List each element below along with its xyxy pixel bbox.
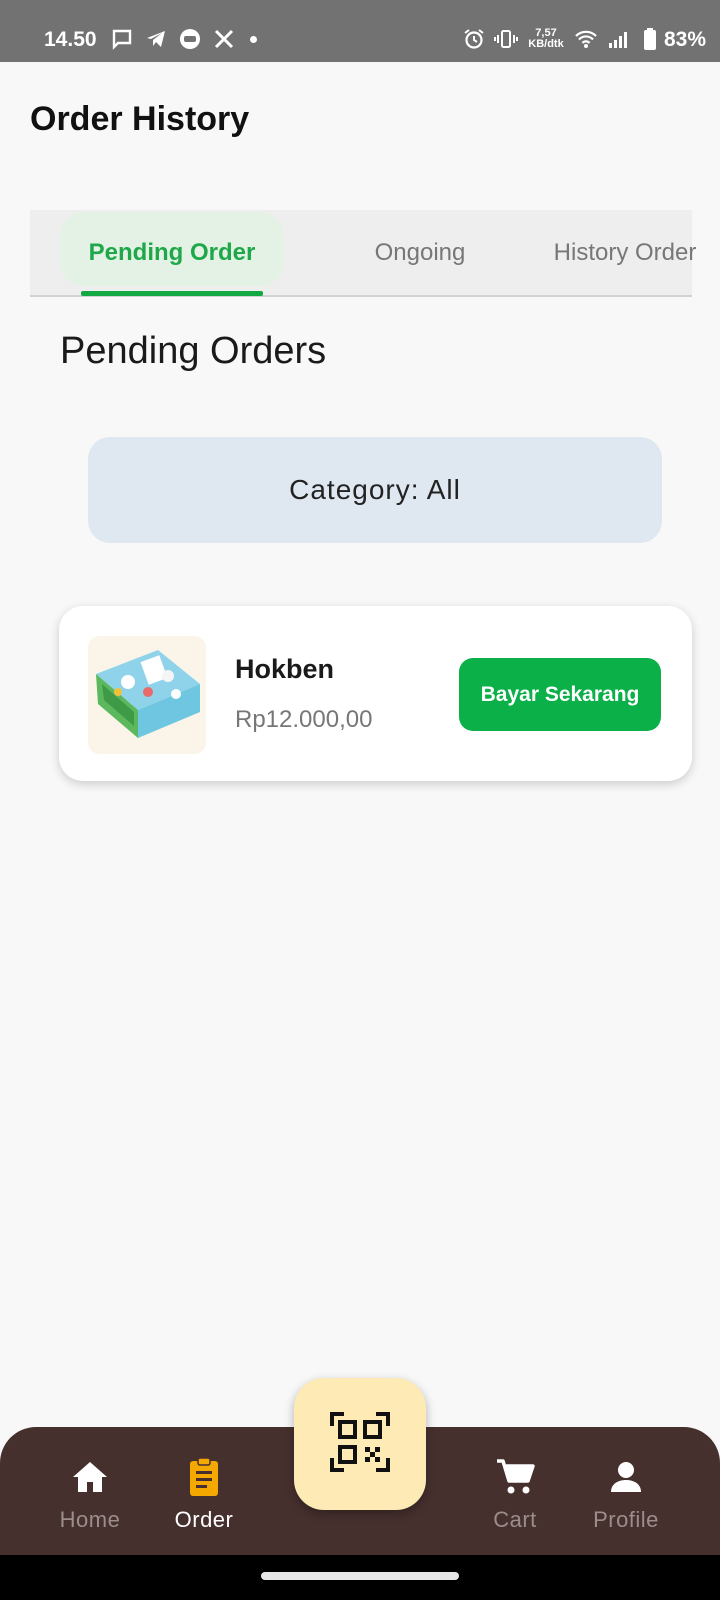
- nav-item-cart[interactable]: Cart: [460, 1427, 570, 1555]
- tab-active-indicator: [81, 291, 263, 296]
- telegram-icon: [144, 27, 168, 51]
- status-time: 14.50: [44, 28, 97, 51]
- order-item-price: Rp12.000,00: [235, 706, 373, 733]
- home-icon: [70, 1457, 110, 1497]
- tab-history-order[interactable]: History Order: [525, 210, 720, 295]
- order-card[interactable]: Hokben Rp12.000,00 Bayar Sekarang: [59, 606, 692, 781]
- tab-label: Ongoing: [374, 238, 466, 266]
- network-speed: 7,57 KB/dtk: [526, 28, 566, 50]
- tab-label: History Order: [553, 238, 697, 266]
- cart-icon: [495, 1457, 535, 1497]
- home-gesture-handle[interactable]: [261, 1572, 459, 1580]
- network-speed-unit: KB/dtk: [528, 38, 564, 50]
- page-title: Order History: [30, 100, 250, 138]
- x-icon: [212, 27, 236, 51]
- clipboard-icon: [184, 1457, 224, 1497]
- pay-now-button[interactable]: Bayar Sekarang: [459, 658, 661, 731]
- wifi-icon: [574, 27, 598, 51]
- battery-percent: 83%: [663, 28, 706, 51]
- dot-icon: [250, 35, 257, 43]
- nav-label: Order: [174, 1507, 234, 1532]
- tab-label: Pending Order: [88, 238, 256, 266]
- app-icon: [178, 27, 202, 51]
- nav-label: Home: [59, 1507, 121, 1532]
- category-filter[interactable]: Category: All: [88, 437, 662, 543]
- nav-item-home[interactable]: Home: [35, 1427, 145, 1555]
- nav-item-order[interactable]: Order: [149, 1427, 259, 1555]
- tab-ongoing[interactable]: Ongoing: [320, 210, 520, 295]
- message-icon: [110, 27, 134, 51]
- section-title: Pending Orders: [60, 330, 327, 372]
- order-tabs: Pending Order Ongoing History Order: [30, 210, 696, 297]
- signal-icon: [606, 27, 630, 51]
- vibrate-icon: [494, 27, 518, 51]
- system-nav-bar: [0, 1555, 720, 1600]
- person-icon: [606, 1457, 646, 1497]
- order-item-name: Hokben: [235, 654, 335, 684]
- notification-icons: [110, 27, 257, 51]
- status-bar: 14.50 7,57 KB/dtk 83%: [0, 0, 720, 62]
- nav-label: Profile: [593, 1507, 659, 1532]
- nav-label: Cart: [493, 1507, 537, 1532]
- system-icons: 7,57 KB/dtk: [462, 27, 662, 51]
- qr-scan-icon: [330, 1411, 390, 1477]
- nav-item-profile[interactable]: Profile: [571, 1427, 681, 1555]
- tab-pending-order[interactable]: Pending Order: [60, 210, 284, 296]
- qr-scan-button[interactable]: [294, 1378, 426, 1510]
- food-box-icon: [88, 636, 206, 754]
- alarm-icon: [462, 27, 486, 51]
- battery-icon: [638, 27, 662, 51]
